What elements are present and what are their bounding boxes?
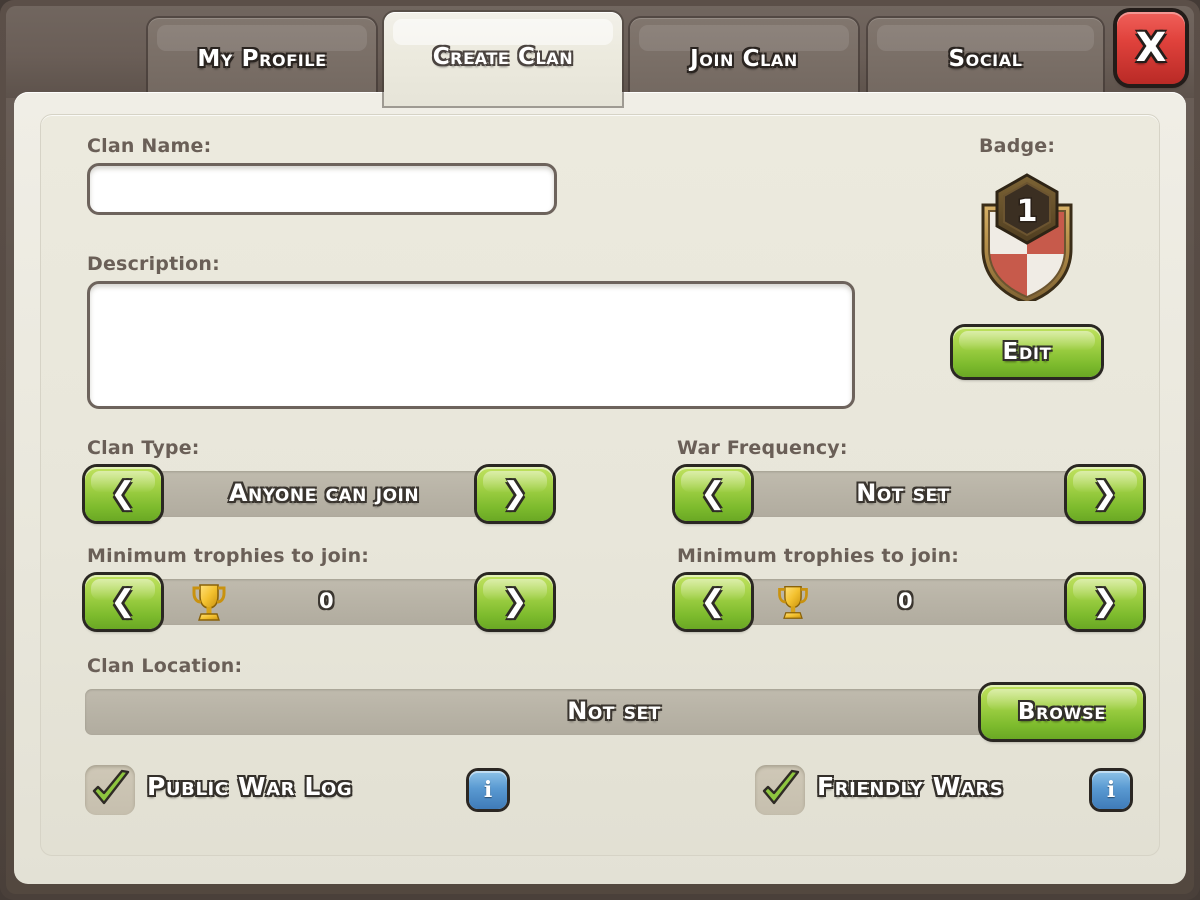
tab-label: My Profile xyxy=(197,46,327,72)
description-label: Description: xyxy=(87,253,220,275)
clan-location-label: Clan Location: xyxy=(87,655,243,677)
friendly-wars-info-button[interactable]: i xyxy=(1092,771,1130,809)
chevron-left-icon: ❮ xyxy=(700,584,726,619)
browse-label: Browse xyxy=(1017,699,1107,725)
tab-gloss xyxy=(393,19,613,45)
min-trophies-left-value: 0 xyxy=(319,589,334,613)
chevron-right-icon: ❯ xyxy=(502,584,528,619)
tab-label: Social xyxy=(948,46,1023,72)
chevron-right-icon: ❯ xyxy=(502,476,528,511)
trophy-icon xyxy=(192,584,226,621)
min-trophies-right-label: Minimum trophies to join: xyxy=(677,545,960,567)
clan-type-prev-button[interactable]: ❮ xyxy=(85,467,161,521)
chevron-left-icon: ❮ xyxy=(110,476,136,511)
friendly-wars-checkbox[interactable] xyxy=(755,765,805,815)
chevron-right-icon: ❯ xyxy=(1092,476,1118,511)
min-trophies-left-next-button[interactable]: ❯ xyxy=(477,575,553,629)
min-trophies-left-label: Minimum trophies to join: xyxy=(87,545,370,567)
badge-label: Badge: xyxy=(979,135,1056,157)
checkmark-icon xyxy=(92,769,130,805)
min-trophies-right-next-button[interactable]: ❯ xyxy=(1067,575,1143,629)
checkmark-icon xyxy=(762,769,800,805)
chevron-left-icon: ❮ xyxy=(700,476,726,511)
clan-location-browse-button[interactable]: Browse xyxy=(981,685,1143,739)
friendly-wars-label: Friendly Wars xyxy=(817,772,1004,801)
public-war-log-label: Public War Log xyxy=(147,772,353,801)
description-input[interactable] xyxy=(87,281,855,409)
close-icon: X xyxy=(1135,25,1167,71)
shield-icon: 1 xyxy=(981,173,1073,301)
public-war-log-checkbox[interactable] xyxy=(85,765,135,815)
close-button[interactable]: X xyxy=(1117,12,1185,84)
public-war-log-info-button[interactable]: i xyxy=(469,771,507,809)
app-root: My Profile Create Clan Join Clan Social … xyxy=(0,0,1200,900)
dialog-panel-inner: Clan Name: Description: Badge: 1 Edit Cl… xyxy=(40,114,1160,856)
tab-create-clan[interactable]: Create Clan xyxy=(384,12,622,106)
min-trophies-right-prev-button[interactable]: ❮ xyxy=(675,575,751,629)
clan-type-label: Clan Type: xyxy=(87,437,200,459)
clan-name-label: Clan Name: xyxy=(87,135,212,157)
edit-badge-label: Edit xyxy=(1002,339,1052,365)
tab-label: Join Clan xyxy=(690,46,798,72)
trophy-icon xyxy=(778,585,808,619)
clan-name-input[interactable] xyxy=(87,163,557,215)
edit-badge-button[interactable]: Edit xyxy=(953,327,1101,377)
chevron-right-icon: ❯ xyxy=(1092,584,1118,619)
dialog-panel: Clan Name: Description: Badge: 1 Edit Cl… xyxy=(14,92,1186,884)
war-frequency-label: War Frequency: xyxy=(677,437,848,459)
war-frequency-next-button[interactable]: ❯ xyxy=(1067,467,1143,521)
min-trophies-right-value: 0 xyxy=(898,589,913,613)
clan-type-next-button[interactable]: ❯ xyxy=(477,467,553,521)
info-icon: i xyxy=(1106,777,1116,803)
clan-badge[interactable]: 1 xyxy=(967,171,1087,301)
war-frequency-prev-button[interactable]: ❮ xyxy=(675,467,751,521)
chevron-left-icon: ❮ xyxy=(110,584,136,619)
tab-bar: My Profile Create Clan Join Clan Social xyxy=(6,6,1194,106)
badge-level-text: 1 xyxy=(1017,194,1038,229)
tab-label: Create Clan xyxy=(432,44,574,70)
info-icon: i xyxy=(483,777,493,803)
min-trophies-left-prev-button[interactable]: ❮ xyxy=(85,575,161,629)
